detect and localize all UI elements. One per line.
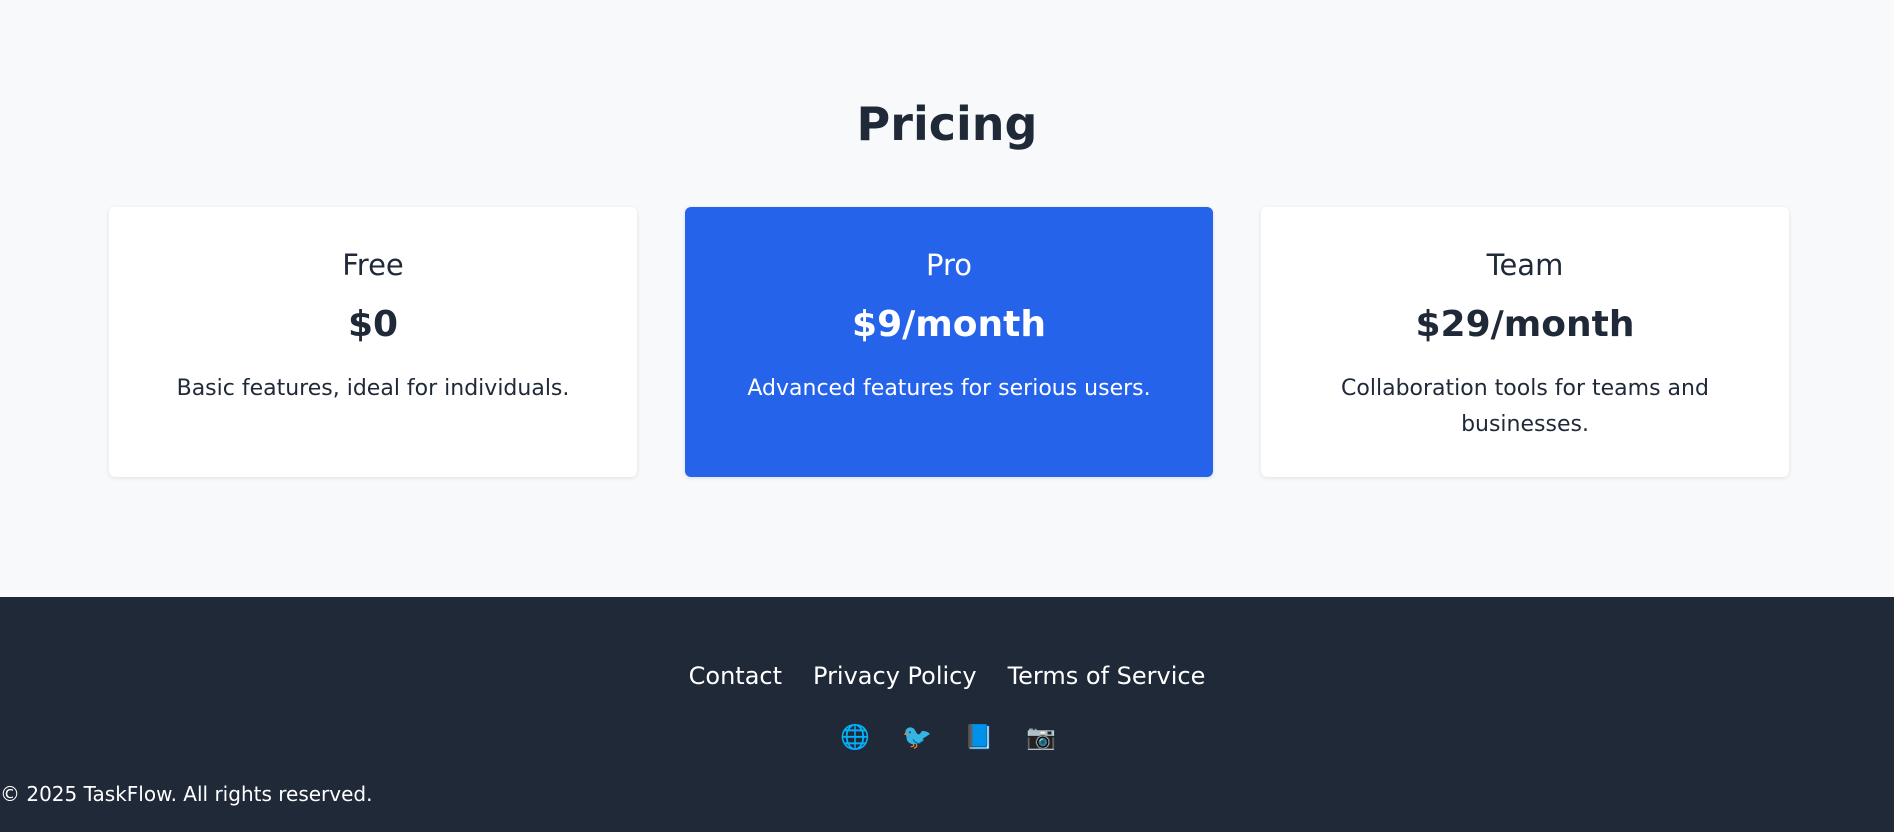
plan-name: Free: [342, 248, 404, 282]
terms-of-service-link[interactable]: Terms of Service: [1008, 660, 1206, 692]
plan-card-team[interactable]: Team $29/month Collaboration tools for t…: [1261, 207, 1789, 477]
footer-links: Contact Privacy Policy Terms of Service: [0, 660, 1894, 692]
copyright: © 2025 TaskFlow. All rights reserved.: [0, 782, 373, 806]
globe-icon[interactable]: 🌐: [840, 722, 870, 752]
plan-price: $9/month: [852, 304, 1046, 345]
privacy-policy-link[interactable]: Privacy Policy: [813, 660, 977, 692]
bird-icon[interactable]: 🐦: [902, 722, 932, 752]
contact-link[interactable]: Contact: [689, 660, 782, 692]
plan-name: Team: [1486, 248, 1564, 282]
plan-description: Advanced features for serious users.: [747, 376, 1151, 401]
plan-price: $0: [347, 304, 399, 345]
pricing-cards: Free $0 Basic features, ideal for indivi…: [109, 207, 1789, 477]
plan-name: Pro: [925, 248, 972, 282]
plan-card-pro[interactable]: Pro $9/month Advanced features for serio…: [685, 207, 1213, 477]
pricing-section: Pricing Free $0 Basic features, ideal fo…: [0, 0, 1894, 597]
social-links: 🌐 🐦 📘 📷: [0, 722, 1894, 752]
plan-card-free[interactable]: Free $0 Basic features, ideal for indivi…: [109, 207, 637, 477]
plan-description: Basic features, ideal for individuals.: [176, 376, 570, 401]
camera-icon[interactable]: 📷: [1026, 722, 1056, 752]
plan-price: $29/month: [1415, 304, 1635, 345]
plan-description: Collaboration tools for teams and busine…: [1341, 376, 1709, 437]
page-title: Pricing: [856, 97, 1038, 151]
book-icon[interactable]: 📘: [964, 722, 994, 752]
